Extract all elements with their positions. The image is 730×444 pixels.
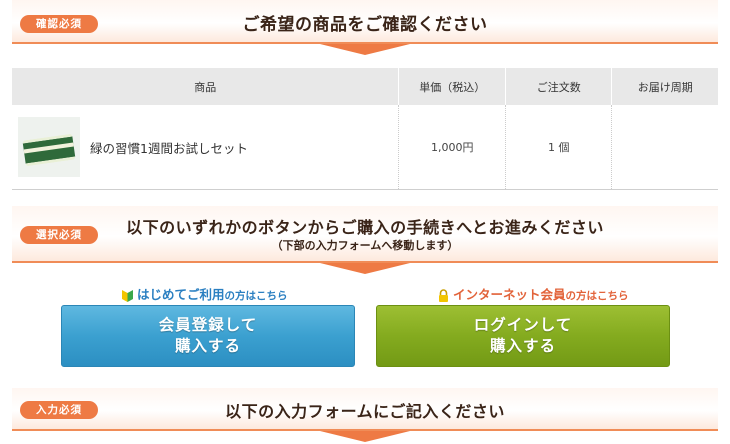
down-arrow-icon xyxy=(320,44,410,55)
login-and-buy-button[interactable]: ログインして 購入する xyxy=(376,305,670,367)
unit-price: 1,000円 xyxy=(398,105,506,190)
column-header-cycle: お届け周期 xyxy=(611,68,718,105)
member-label: インターネット会員の方はこちら xyxy=(438,284,629,303)
column-header-quantity: ご注文数 xyxy=(504,68,612,105)
product-thumbnail xyxy=(18,117,80,177)
section-title: ご希望の商品をご確認ください xyxy=(242,15,488,35)
column-header-price: 単価（税込） xyxy=(398,68,506,105)
section-select-header: 選択必須 以下のいずれかのボタンからご購入の手続きへとお進みください （下部の入… xyxy=(12,206,718,263)
section-subtitle: （下部の入力フォームへ移動します） xyxy=(271,239,459,252)
column-header-product: 商品 xyxy=(12,68,399,105)
table-row: 緑の習慣1週間お試しセット 1,000円 1 個 xyxy=(12,105,718,190)
section-title: 以下のいずれかのボタンからご購入の手続きへとお進みください xyxy=(126,218,604,237)
section-title: 以下の入力フォームにご記入ください xyxy=(225,402,505,421)
down-arrow-icon xyxy=(320,263,410,274)
register-and-buy-button[interactable]: 会員登録して 購入する xyxy=(61,305,355,367)
new-user-label: はじめてご利用の方はこちら xyxy=(122,284,288,303)
down-arrow-icon xyxy=(320,431,410,442)
order-quantity: 1 個 xyxy=(504,105,612,190)
table-header-row: 商品 単価（税込） ご注文数 お届け周期 xyxy=(12,68,718,105)
delivery-cycle xyxy=(611,105,718,190)
beginner-mark-icon xyxy=(122,290,133,302)
product-name: 緑の習慣1週間お試しセット xyxy=(90,140,248,156)
section-confirm-header: 確認必須 ご希望の商品をご確認ください xyxy=(12,0,718,44)
product-table: 商品 単価（税込） ご注文数 お届け周期 緑の習慣1週間お試しセット 1,000… xyxy=(12,68,718,190)
lock-icon xyxy=(439,289,448,302)
product-cell: 緑の習慣1週間お試しセット xyxy=(12,105,399,190)
section-input-header: 入力必須 以下の入力フォームにご記入ください xyxy=(12,388,718,431)
